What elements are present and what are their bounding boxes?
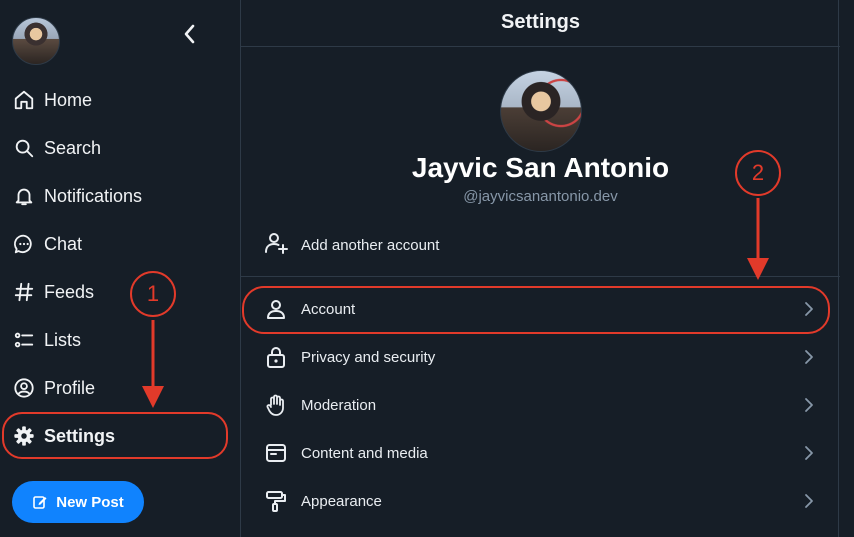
- sidebar-item-label: Profile: [44, 377, 96, 398]
- new-post-button[interactable]: New Post: [12, 481, 144, 523]
- user-plus-icon: [263, 230, 289, 261]
- chevron-right-icon: [805, 398, 813, 412]
- sidebar-item-label: Feeds: [44, 281, 95, 302]
- settings-row-label: Appearance: [301, 492, 382, 510]
- hand-icon: [263, 392, 289, 418]
- chevron-right-icon: [805, 350, 813, 364]
- settings-row-label: Content and media: [301, 444, 428, 462]
- sidebar-item-profile[interactable]: Profile: [12, 368, 212, 408]
- list-icon: [12, 328, 36, 352]
- sidebar-item-label: Home: [44, 89, 93, 110]
- sidebar-item-settings[interactable]: Settings: [12, 416, 212, 456]
- window-icon: [263, 440, 289, 466]
- settings-row-moderation[interactable]: Moderation: [241, 381, 840, 429]
- settings-row-account[interactable]: Account: [241, 285, 840, 333]
- step-2-marker: 2: [735, 150, 781, 196]
- home-icon: [12, 88, 36, 112]
- chevron-right-icon: [805, 446, 813, 460]
- sidebar-item-label: Settings: [44, 425, 116, 446]
- chat-bubble-icon: [12, 232, 36, 256]
- settings-row-label: Account: [301, 300, 356, 318]
- settings-row-privacy[interactable]: Privacy and security: [241, 333, 840, 381]
- hash-icon: [12, 280, 36, 304]
- page-title: Settings: [241, 0, 840, 47]
- sidebar-item-label: Lists: [44, 329, 82, 350]
- settings-row-label: Moderation: [301, 396, 377, 414]
- sidebar-item-lists[interactable]: Lists: [12, 320, 212, 360]
- bell-icon: [12, 184, 36, 208]
- chevron-right-icon: [805, 494, 813, 508]
- sidebar-item-search[interactable]: Search: [12, 128, 212, 168]
- sidebar-item-label: Search: [44, 137, 102, 158]
- collapse-sidebar-button[interactable]: [176, 20, 204, 48]
- add-account-label: Add another account: [301, 236, 440, 254]
- sidebar-item-notifications[interactable]: Notifications: [12, 176, 212, 216]
- step-1-arrow: [142, 320, 164, 408]
- lock-icon: [263, 344, 289, 370]
- step-2-arrow: [747, 198, 769, 280]
- search-icon: [12, 136, 36, 160]
- sidebar-item-label: Notifications: [44, 185, 143, 206]
- settings-row-content-media[interactable]: Content and media: [241, 429, 840, 477]
- user-icon: [263, 296, 289, 322]
- paint-roller-icon: [263, 488, 289, 514]
- chevron-right-icon: [805, 302, 813, 316]
- sidebar-item-feeds[interactable]: Feeds: [12, 272, 212, 312]
- sidebar-item-chat[interactable]: Chat: [12, 224, 212, 264]
- sidebar-item-label: Chat: [44, 233, 83, 254]
- new-post-label: New Post: [56, 493, 124, 511]
- step-1-marker: 1: [130, 271, 176, 317]
- add-account-button[interactable]: Add another account: [263, 228, 439, 262]
- user-circle-icon: [12, 376, 36, 400]
- sidebar-item-home[interactable]: Home: [12, 80, 212, 120]
- gear-icon: [12, 424, 36, 448]
- edit-icon: [33, 496, 47, 509]
- settings-row-label: Privacy and security: [301, 348, 436, 366]
- avatar[interactable]: [12, 17, 60, 65]
- profile-avatar[interactable]: [500, 70, 582, 152]
- sidebar: Home Search Notifications Chat Feeds Lis…: [0, 0, 240, 537]
- chevron-left-icon: [184, 24, 195, 44]
- settings-row-appearance[interactable]: Appearance: [241, 477, 840, 525]
